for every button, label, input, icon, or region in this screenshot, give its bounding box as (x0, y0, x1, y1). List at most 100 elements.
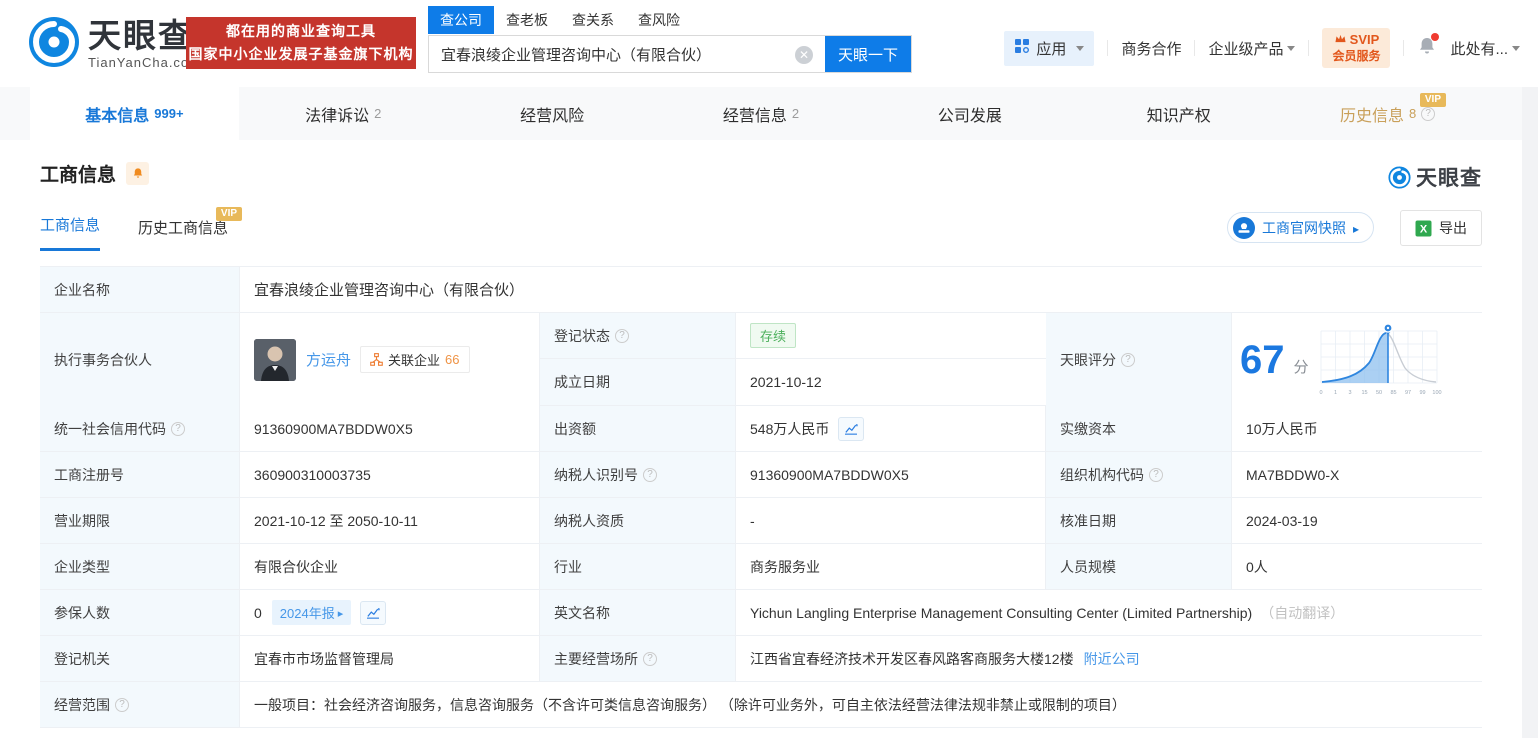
enterprise-label: 企业级产品 (1208, 38, 1283, 59)
nearby-companies-link[interactable]: 附近公司 (1084, 649, 1140, 669)
credit-code-value: 91360900MA7BDDW0X5 (240, 406, 540, 451)
field-label: 英文名称 (540, 590, 736, 635)
related-companies-badge[interactable]: 关联企业 66 (360, 346, 469, 373)
help-icon[interactable] (643, 468, 657, 482)
company-name-value: 宜春浪绫企业管理咨询中心（有限合伙） (240, 267, 1482, 312)
established-value: 2021-10-12 (736, 359, 1046, 405)
tab-intellectual-property[interactable]: 知识产权 (1074, 87, 1283, 140)
search-button[interactable]: 天眼一下 (825, 36, 911, 72)
table-row: 企业类型 有限合伙企业 行业 商务服务业 人员规模 0人 (40, 544, 1482, 590)
svg-text:1: 1 (1333, 390, 1336, 396)
field-label-wrap: 组织机构代码 (1046, 452, 1232, 497)
auto-translate-note: （自动翻译） (1260, 603, 1344, 623)
sub-tab-bar: 工商信息 VIP 历史工商信息 工商官网快照 X 导出 (40, 211, 1482, 251)
tab-basic-info[interactable]: 基本信息 999+ (30, 87, 239, 140)
table-row: 营业期限 2021-10-12 至 2050-10-11 纳税人资质 - 核准日… (40, 498, 1482, 544)
divider (1403, 40, 1404, 56)
vip-badge: VIP (1420, 93, 1446, 107)
divider (1308, 40, 1309, 56)
export-label: 导出 (1439, 218, 1467, 238)
related-label: 关联企业 (388, 350, 440, 369)
field-label: 天眼评分 (1060, 350, 1116, 370)
tab-operation-risk[interactable]: 经营风险 (448, 87, 657, 140)
svip-sublabel: 会员服务 (1332, 49, 1380, 63)
snapshot-label: 工商官网快照 (1262, 218, 1346, 238)
field-label: 实缴资本 (1046, 406, 1232, 451)
svip-member-button[interactable]: SVIP 会员服务 (1322, 28, 1390, 68)
help-icon[interactable] (1149, 468, 1163, 482)
english-name-cell: Yichun Langling Enterprise Management Co… (736, 590, 1482, 635)
score-cell: 67 分 (1232, 313, 1482, 406)
nav-cooperation[interactable]: 商务合作 (1121, 38, 1181, 59)
annual-report-badge[interactable]: 2024年报 (272, 600, 351, 625)
tab-count: 2 (792, 106, 799, 121)
notifications-button[interactable] (1417, 36, 1437, 61)
table-row: 企业名称 宜春浪绫企业管理咨询中心（有限合伙） (40, 267, 1482, 313)
user-account-menu[interactable]: 此处有... (1450, 38, 1520, 59)
field-label: 企业名称 (40, 267, 240, 312)
help-icon[interactable] (1421, 107, 1435, 121)
tianyancha-eye-icon (28, 16, 80, 73)
help-icon[interactable] (1121, 353, 1135, 367)
user-label: 此处有... (1450, 38, 1508, 59)
svg-text:15: 15 (1361, 390, 1367, 396)
svg-text:X: X (1420, 223, 1428, 235)
notification-badge (1431, 33, 1439, 41)
field-label: 经营范围 (54, 695, 110, 715)
help-icon[interactable] (115, 698, 129, 712)
search-input[interactable] (429, 36, 809, 72)
trend-chart-button[interactable] (838, 417, 864, 441)
field-label-wrap: 纳税人识别号 (540, 452, 736, 497)
search-tab-boss[interactable]: 查老板 (494, 6, 560, 34)
apps-menu[interactable]: 应用 (1004, 31, 1094, 66)
staff-size-value: 0人 (1232, 544, 1482, 589)
partner-name-link[interactable]: 方运舟 (306, 349, 351, 370)
vip-badge: VIP (216, 207, 242, 221)
monitor-bell-button[interactable] (126, 162, 149, 185)
paid-capital-value: 10万人民币 (1232, 406, 1482, 451)
export-button[interactable]: X 导出 (1400, 210, 1482, 246)
brand-name: 天眼查 (88, 19, 201, 53)
field-label: 成立日期 (540, 359, 736, 405)
official-snapshot-button[interactable]: 工商官网快照 (1227, 212, 1374, 243)
table-row: 参保人数 0 2024年报 英文名称 (40, 590, 1482, 636)
help-icon[interactable] (171, 422, 185, 436)
search-tab-risk[interactable]: 查风险 (626, 6, 692, 34)
tab-count: 8 (1409, 106, 1416, 121)
related-count: 66 (445, 352, 459, 367)
slogan-line-2: 国家中小企业发展子基金旗下机构 (189, 43, 414, 66)
partner-avatar[interactable] (254, 339, 296, 381)
site-logo[interactable]: 天眼查 TianYanCha.com (28, 16, 201, 73)
reg-authority-value: 宜春市市场监督管理局 (240, 636, 540, 681)
score-unit: 分 (1294, 356, 1309, 377)
address-cell: 江西省宜春经济技术开发区春风路客商服务大楼12楼 附近公司 (736, 636, 1482, 681)
search-tab-company[interactable]: 查公司 (428, 6, 494, 34)
score-value: 67 (1240, 340, 1285, 380)
help-icon[interactable] (643, 652, 657, 666)
svg-text:85: 85 (1390, 390, 1396, 396)
subtab-history-business-info[interactable]: VIP 历史工商信息 (138, 217, 228, 251)
subtab-business-info[interactable]: 工商信息 (40, 214, 100, 251)
trend-chart-button[interactable] (360, 601, 386, 625)
tab-history-info[interactable]: VIP 历史信息 8 (1283, 87, 1492, 140)
tab-label: 经营风险 (520, 102, 584, 126)
field-label: 登记机关 (40, 636, 240, 681)
tab-legal-litigation[interactable]: 法律诉讼 2 (239, 87, 448, 140)
apps-grid-icon (1014, 38, 1030, 58)
taxpayer-quality-value: - (736, 498, 1046, 543)
tab-company-development[interactable]: 公司发展 (865, 87, 1074, 140)
field-label: 核准日期 (1046, 498, 1232, 543)
search-tab-relation[interactable]: 查关系 (560, 6, 626, 34)
search-box: 天眼一下 (428, 35, 912, 73)
tab-operation-info[interactable]: 经营信息 2 (657, 87, 866, 140)
excel-icon: X (1415, 220, 1432, 237)
svg-text:97: 97 (1404, 390, 1410, 396)
arrow-right-icon (338, 605, 344, 620)
table-row: 执行事务合伙人 方运舟 (40, 313, 1482, 406)
help-icon[interactable] (615, 329, 629, 343)
clear-search-icon[interactable] (795, 46, 813, 64)
content-wrapper: 基本信息 999+ 法律诉讼 2 经营风险 经营信息 2 公司发展 知识产权 V… (0, 87, 1522, 738)
field-label: 纳税人资质 (540, 498, 736, 543)
field-label: 工商注册号 (40, 452, 240, 497)
nav-enterprise-products[interactable]: 企业级产品 (1208, 38, 1295, 59)
